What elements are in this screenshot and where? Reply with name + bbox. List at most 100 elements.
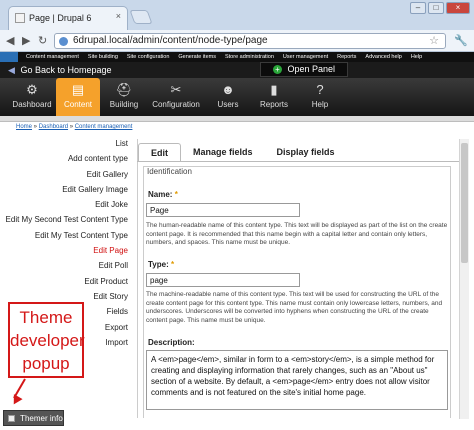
menu-item-edit-joke[interactable]: Edit Joke — [0, 200, 134, 215]
help-icon: ? — [316, 82, 324, 97]
menu-item-edit-second-test[interactable]: Edit My Second Test Content Type — [0, 215, 134, 230]
toolbar-help[interactable]: ? Help — [298, 78, 342, 116]
wrench-menu-icon[interactable]: 🔧 — [454, 34, 468, 47]
scrollbar-thumb[interactable] — [461, 143, 468, 263]
open-panel-button[interactable]: + Open Panel — [260, 62, 348, 77]
tab-title: Page | Drupal 6 — [29, 13, 92, 23]
callout-line: developer — [10, 331, 85, 350]
drupal-logo-icon[interactable] — [0, 52, 18, 62]
minimize-button[interactable]: – — [410, 2, 426, 14]
back-button[interactable]: ◀ — [6, 34, 14, 47]
toolbar-label: Configuration — [152, 100, 200, 109]
admin-menu-item[interactable]: Generate items — [178, 54, 216, 60]
callout-line: Theme — [19, 308, 73, 327]
admin-menu-item[interactable]: Content management — [26, 54, 79, 60]
admin-menu: Content management Site building Site co… — [0, 52, 474, 62]
menu-item-list[interactable]: List — [0, 139, 134, 154]
admin-menu-item[interactable]: Advanced help — [365, 54, 401, 60]
menu-item-add-content-type[interactable]: Add content type — [0, 154, 134, 169]
main-toolbar: ⚙ Dashboard ▤ Content ⛑ Building ✂ Confi… — [0, 78, 474, 116]
toolbar-label: Reports — [259, 100, 288, 109]
cutoff-area — [137, 418, 459, 430]
go-back-label: Go Back to Homepage — [20, 65, 112, 75]
address-toolbar: ◀ ▶ ↻ 6drupal.local/admin/content/node-t… — [0, 30, 474, 52]
breadcrumb-content[interactable]: Content management — [75, 124, 133, 130]
admin-menu-item[interactable]: Site building — [88, 54, 118, 60]
type-input[interactable]: page — [146, 273, 300, 287]
content-tabs: Edit Manage fields Display fields — [138, 143, 347, 162]
toolbar-divider — [0, 116, 474, 122]
theme-developer-callout: Theme developer popup — [8, 302, 85, 378]
toolbar-label: Content — [63, 100, 93, 109]
breadcrumb-separator: » — [32, 124, 39, 130]
menu-item-edit-poll[interactable]: Edit Poll — [0, 261, 134, 276]
required-marker: * — [174, 190, 178, 199]
menu-item-edit-gallery[interactable]: Edit Gallery — [0, 170, 134, 185]
toolbar-label: Building — [109, 100, 139, 109]
themer-info-label: Themer info — [20, 414, 63, 423]
hardhat-icon: ⛑ — [115, 82, 133, 97]
favicon-icon — [15, 13, 25, 23]
arrow-left-icon: ◀ — [8, 65, 15, 75]
document-icon: ▤ — [71, 82, 85, 97]
toolbar-label: Dashboard — [12, 100, 52, 109]
menu-item-edit-product[interactable]: Edit Product — [0, 277, 134, 292]
admin-menu-item[interactable]: Help — [411, 54, 422, 60]
homepage-bar: ◀ Go Back to Homepage + Open Panel — [0, 62, 474, 78]
plus-icon: + — [272, 65, 282, 74]
toolbar-reports[interactable]: ▮ Reports — [252, 78, 296, 116]
browser-tab[interactable]: Page | Drupal 6 × — [8, 6, 128, 30]
close-window-button[interactable]: × — [446, 2, 470, 14]
description-label: Description: — [148, 338, 195, 347]
name-label: Name: * — [148, 190, 178, 199]
tools-icon: ✂ — [170, 82, 182, 97]
type-label: Type: * — [148, 260, 174, 269]
name-description: The human-readable name of this content … — [146, 222, 448, 246]
reload-button[interactable]: ↻ — [38, 34, 47, 47]
callout-arrow-head — [9, 394, 23, 407]
tabs-divider — [137, 161, 459, 162]
tab-edit[interactable]: Edit — [138, 143, 181, 162]
address-bar[interactable]: 6drupal.local/admin/content/node-type/pa… — [54, 33, 446, 49]
admin-menu-item[interactable]: User management — [283, 54, 328, 60]
toolbar-configuration[interactable]: ✂ Configuration — [148, 78, 204, 116]
menu-item-edit-gallery-image[interactable]: Edit Gallery Image — [0, 185, 134, 200]
toolbar-label: Help — [311, 100, 329, 109]
toolbar-users[interactable]: ☻ Users — [206, 78, 250, 116]
themer-info-toggle[interactable]: Themer info — [3, 410, 64, 426]
tab-display-fields[interactable]: Display fields — [265, 143, 347, 162]
description-textarea[interactable]: A <em>page</em>, similar in form to a <e… — [146, 350, 448, 410]
bookmark-star-icon[interactable]: ☆ — [429, 34, 439, 47]
scrollbar[interactable] — [459, 139, 469, 419]
breadcrumb-home[interactable]: Home — [16, 124, 32, 130]
go-back-link[interactable]: ◀ Go Back to Homepage — [8, 65, 112, 76]
toolbar-content[interactable]: ▤ Content — [56, 78, 100, 116]
tab-manage-fields[interactable]: Manage fields — [181, 143, 265, 162]
users-icon: ☻ — [221, 82, 235, 97]
maximize-button[interactable]: □ — [428, 2, 444, 14]
required-marker: * — [170, 260, 175, 269]
name-label-text: Name: — [148, 190, 173, 199]
gear-icon: ⚙ — [26, 82, 38, 97]
toolbar-building[interactable]: ⛑ Building — [102, 78, 146, 116]
breadcrumb: Home » Dashboard » Content management — [16, 124, 132, 130]
name-input[interactable]: Page — [146, 203, 300, 217]
menu-item-edit-page[interactable]: Edit Page — [0, 246, 134, 261]
open-panel-label: Open Panel — [287, 64, 336, 74]
tab-close-icon[interactable]: × — [116, 11, 121, 21]
browser-tab-bar: Page | Drupal 6 × – □ × — [0, 0, 474, 30]
globe-icon — [59, 37, 68, 46]
admin-menu-item[interactable]: Site configuration — [127, 54, 170, 60]
menu-item-edit-test[interactable]: Edit My Test Content Type — [0, 231, 134, 246]
callout-line: popup — [22, 354, 70, 373]
toolbar-dashboard[interactable]: ⚙ Dashboard — [10, 78, 54, 116]
admin-menu-item[interactable]: Store administration — [225, 54, 274, 60]
chart-icon: ▮ — [270, 82, 278, 97]
breadcrumb-dashboard[interactable]: Dashboard — [39, 124, 68, 130]
window-controls: – □ × — [410, 2, 470, 14]
checkbox-icon[interactable] — [8, 415, 15, 422]
admin-menu-item[interactable]: Reports — [337, 54, 356, 60]
new-tab-button[interactable] — [129, 10, 153, 24]
url-text: 6drupal.local/admin/content/node-type/pa… — [73, 35, 268, 46]
forward-button[interactable]: ▶ — [22, 34, 30, 47]
